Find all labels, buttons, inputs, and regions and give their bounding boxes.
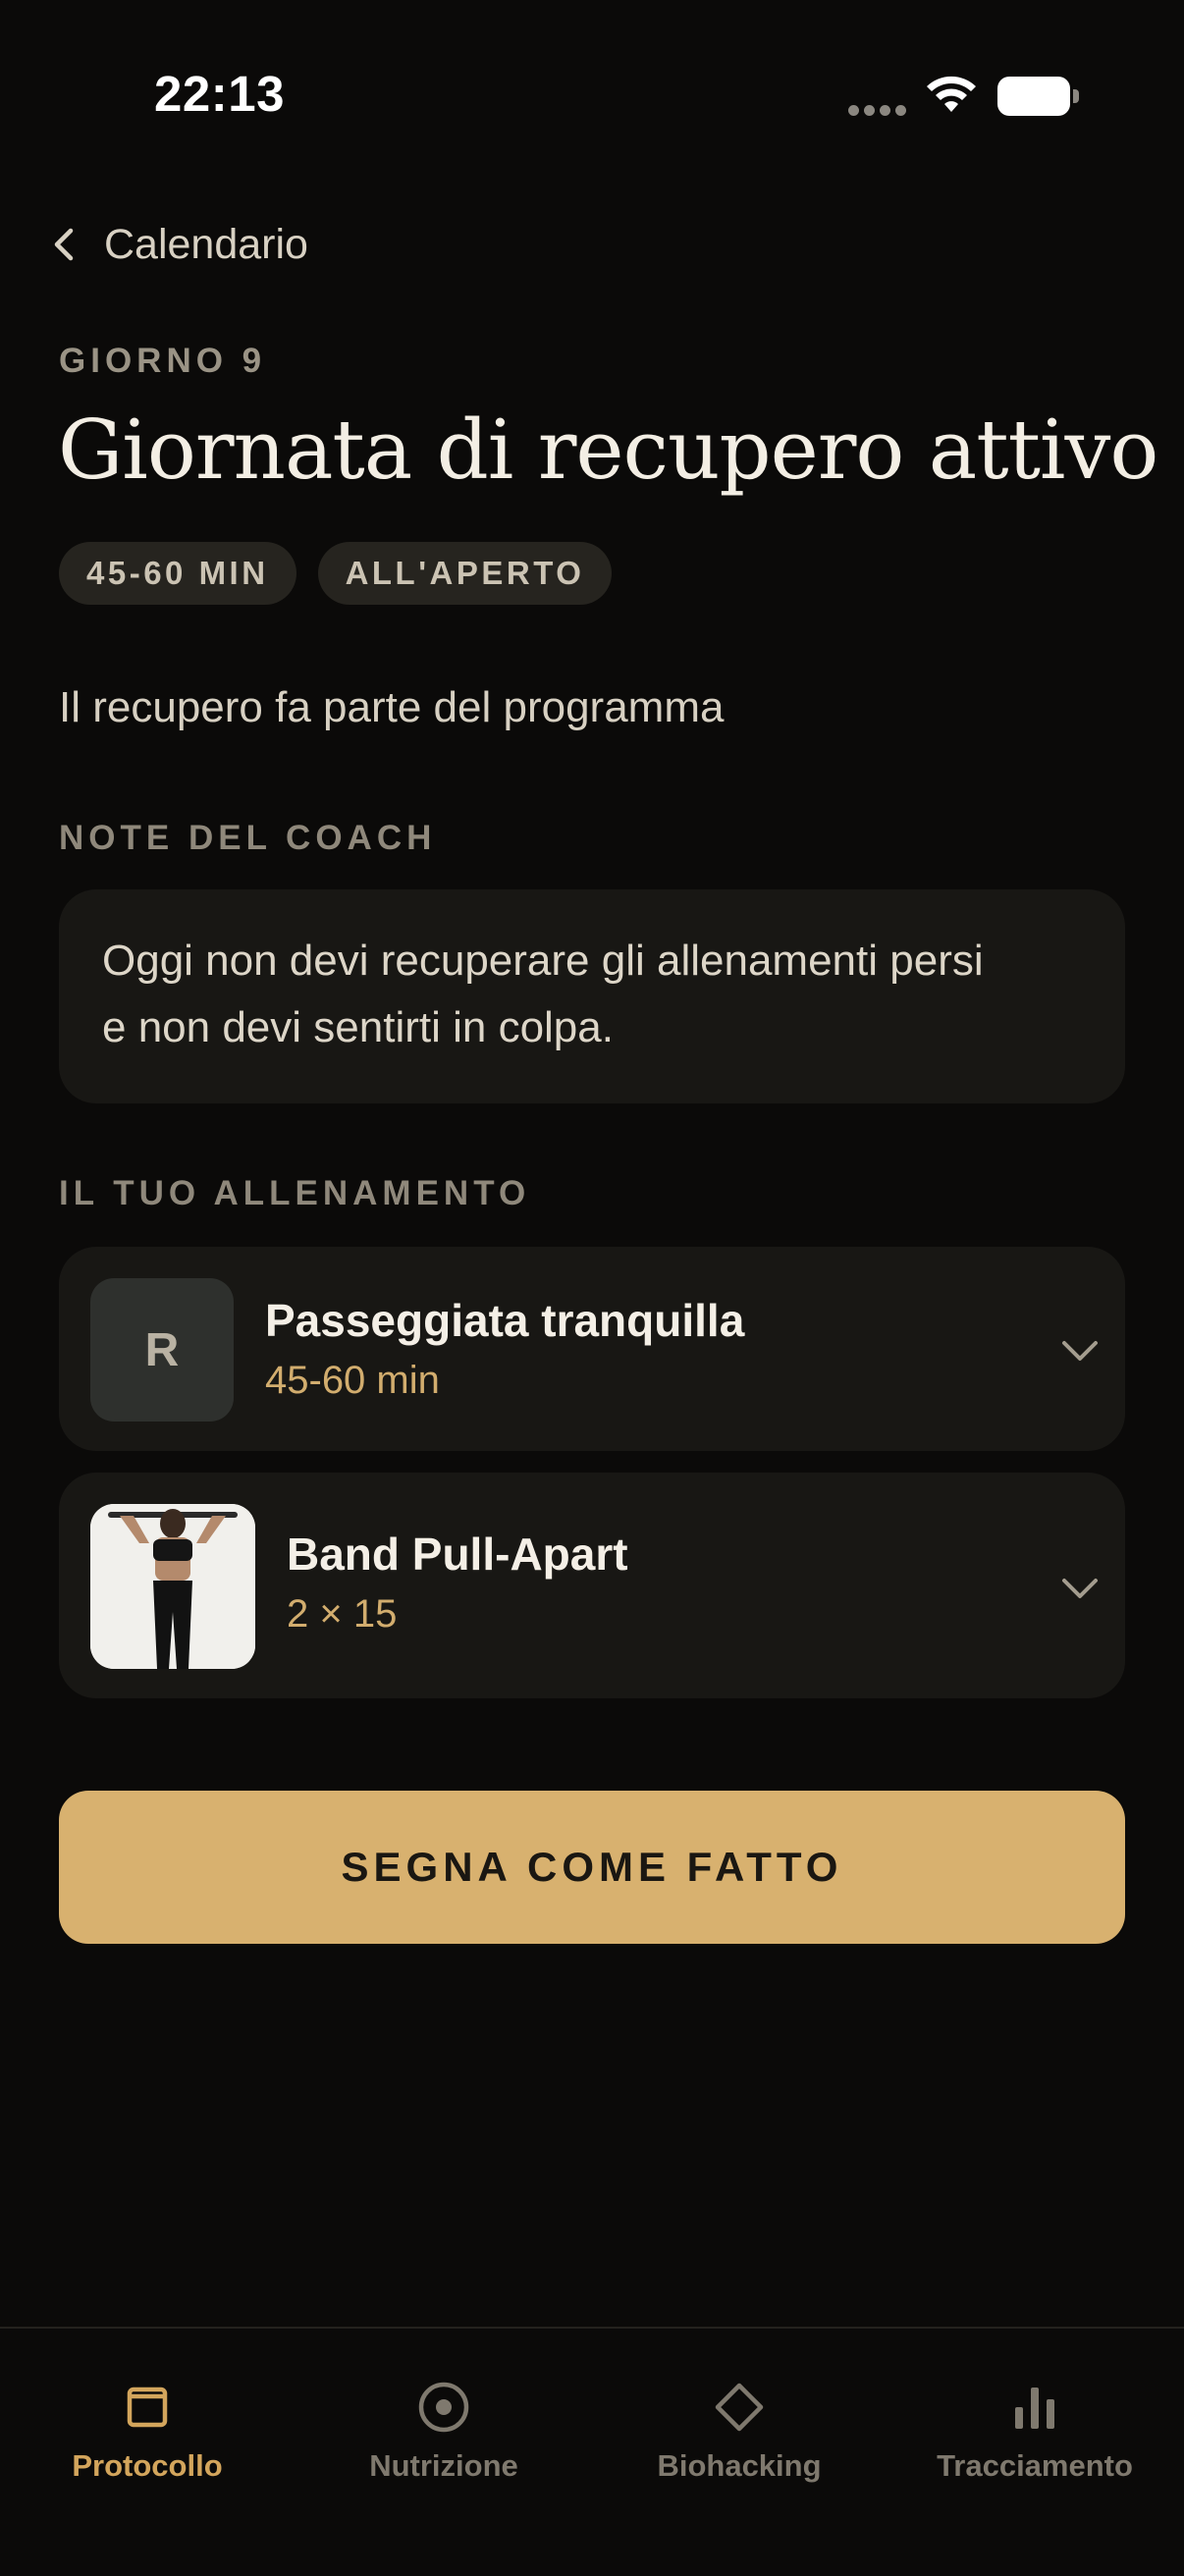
tab-biohacking[interactable]: Biohacking: [592, 2380, 887, 2484]
duration-tag: 45-60 MIN: [59, 542, 296, 605]
tab-label: Protocollo: [72, 2448, 223, 2483]
diamond-icon: [715, 2383, 764, 2432]
exercise-name: Passeggiata tranquilla: [265, 1295, 745, 1346]
target-icon: [418, 2382, 469, 2433]
cellular-signal-icon: [848, 105, 907, 117]
exercise-card[interactable]: R Passeggiata tranquilla 45-60 min: [59, 1247, 1125, 1451]
battery-icon: [997, 77, 1080, 116]
exercise-detail: 45-60 min: [265, 1359, 440, 1402]
coach-note-line: e non devi sentirti in colpa.: [102, 1003, 614, 1051]
subtitle: Il recupero fa parte del programma: [59, 683, 725, 731]
day-label: GIORNO 9: [59, 342, 267, 380]
exercise-name: Band Pull-Apart: [287, 1529, 628, 1580]
exercise-photo: [90, 1504, 255, 1669]
tag-list: 45-60 MIN ALL'APERTO: [59, 542, 613, 605]
exercise-card[interactable]: Band Pull-Apart 2 × 15: [59, 1473, 1125, 1698]
tab-bar: Protocollo Nutrizione Biohacking Traccia…: [0, 2327, 1184, 2576]
chevron-left-icon: [54, 228, 74, 261]
tab-label: Nutrizione: [369, 2448, 518, 2483]
tab-tracciamento[interactable]: Tracciamento: [888, 2380, 1182, 2484]
workout-section-label: IL TUO ALLENAMENTO: [59, 1174, 531, 1212]
bar-chart-icon: [1015, 2388, 1054, 2429]
chevron-down-icon[interactable]: [1058, 1335, 1102, 1365]
back-label: Calendario: [104, 220, 308, 268]
coach-notes-label: NOTE DEL COACH: [59, 819, 437, 857]
tab-label: Biohacking: [657, 2448, 822, 2483]
page-title: Giornata di recupero attivo: [58, 402, 1158, 498]
exercise-thumbnail: R: [90, 1278, 234, 1422]
exercise-detail: 2 × 15: [287, 1592, 398, 1636]
chevron-down-icon[interactable]: [1058, 1573, 1102, 1602]
calendar-square-icon: [127, 2387, 168, 2428]
coach-note-card: Oggi non devi recuperare gli allenamenti…: [59, 889, 1125, 1103]
status-bar: 22:13: [0, 0, 1184, 187]
coach-note-line: Oggi non devi recuperare gli allenamenti…: [102, 937, 984, 985]
back-button[interactable]: Calendario: [49, 214, 308, 275]
location-tag: ALL'APERTO: [317, 542, 613, 605]
tab-nutrizione[interactable]: Nutrizione: [296, 2380, 591, 2484]
tab-protocollo[interactable]: Protocollo: [0, 2380, 295, 2484]
wifi-icon: [927, 76, 976, 112]
status-time: 22:13: [154, 66, 285, 122]
mark-done-button[interactable]: SEGNA COME FATTO: [59, 1791, 1125, 1944]
athlete-illustration: [90, 1504, 255, 1669]
tab-label: Tracciamento: [937, 2448, 1133, 2483]
